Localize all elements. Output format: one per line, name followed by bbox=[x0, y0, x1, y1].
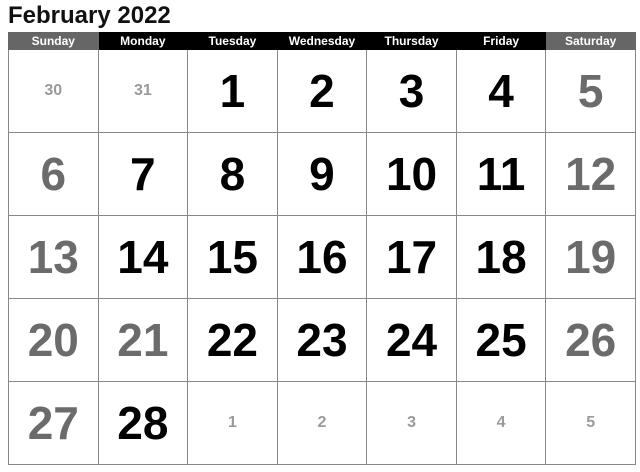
week-row: 27 28 1 2 3 4 5 bbox=[8, 381, 636, 465]
day-cell: 6 bbox=[8, 132, 99, 216]
day-cell: 23 bbox=[276, 298, 368, 382]
day-cell: 11 bbox=[455, 132, 547, 216]
day-cell: 3 bbox=[366, 381, 457, 465]
week-row: 6 7 8 9 10 11 12 bbox=[8, 132, 636, 216]
day-cell: 20 bbox=[8, 298, 99, 382]
weekday-header-monday: Monday bbox=[97, 32, 189, 50]
weekday-header-friday: Friday bbox=[455, 32, 547, 50]
calendar-grid: Sunday Monday Tuesday Wednesday Thursday… bbox=[8, 32, 636, 465]
week-row: 30 31 1 2 3 4 5 bbox=[8, 49, 636, 133]
day-cell: 27 bbox=[8, 381, 99, 465]
day-cell: 18 bbox=[455, 215, 547, 299]
day-cell: 15 bbox=[187, 215, 278, 299]
weekday-header-tuesday: Tuesday bbox=[187, 32, 278, 50]
day-cell: 28 bbox=[97, 381, 189, 465]
day-cell: 3 bbox=[366, 49, 457, 133]
weekday-header-sunday: Sunday bbox=[8, 32, 99, 50]
day-cell: 17 bbox=[366, 215, 457, 299]
day-cell: 19 bbox=[545, 215, 636, 299]
day-cell: 25 bbox=[455, 298, 547, 382]
weekday-header-saturday: Saturday bbox=[545, 32, 636, 50]
calendar-title: February 2022 bbox=[8, 2, 171, 29]
week-row: 20 21 22 23 24 25 26 bbox=[8, 298, 636, 382]
day-cell: 21 bbox=[97, 298, 189, 382]
day-cell: 13 bbox=[8, 215, 99, 299]
day-cell: 22 bbox=[187, 298, 278, 382]
day-cell: 4 bbox=[455, 49, 547, 133]
day-cell: 2 bbox=[276, 381, 368, 465]
weekday-header-wednesday: Wednesday bbox=[276, 32, 368, 50]
calendar-body: 30 31 1 2 3 4 5 6 7 8 9 10 11 12 13 14 1… bbox=[8, 49, 636, 465]
weekday-header-thursday: Thursday bbox=[366, 32, 457, 50]
day-cell: 8 bbox=[187, 132, 278, 216]
day-cell: 4 bbox=[455, 381, 547, 465]
day-cell: 16 bbox=[276, 215, 368, 299]
day-cell: 24 bbox=[366, 298, 457, 382]
day-cell: 5 bbox=[545, 381, 636, 465]
weekday-header-row: Sunday Monday Tuesday Wednesday Thursday… bbox=[8, 32, 636, 50]
day-cell: 10 bbox=[366, 132, 457, 216]
day-cell: 5 bbox=[545, 49, 636, 133]
week-row: 13 14 15 16 17 18 19 bbox=[8, 215, 636, 299]
day-cell: 26 bbox=[545, 298, 636, 382]
day-cell: 31 bbox=[97, 49, 189, 133]
day-cell: 7 bbox=[97, 132, 189, 216]
day-cell: 1 bbox=[187, 49, 278, 133]
day-cell: 9 bbox=[276, 132, 368, 216]
day-cell: 1 bbox=[187, 381, 278, 465]
day-cell: 30 bbox=[8, 49, 99, 133]
day-cell: 2 bbox=[276, 49, 368, 133]
day-cell: 14 bbox=[97, 215, 189, 299]
day-cell: 12 bbox=[545, 132, 636, 216]
